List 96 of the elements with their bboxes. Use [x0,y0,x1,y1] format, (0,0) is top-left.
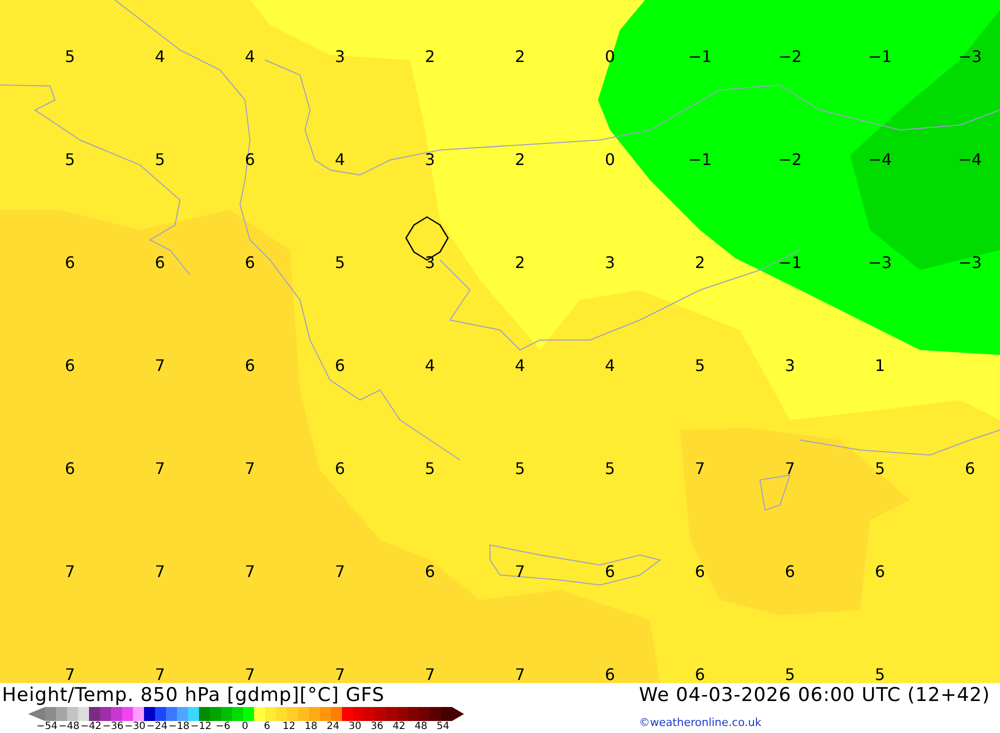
temperature-value: 1 [874,358,886,374]
legend-tick-label: 42 [392,721,406,732]
legend-tick-label: 48 [414,721,428,732]
temperature-value: 2 [694,254,706,270]
temperature-value: 4 [424,358,436,374]
temperature-value: 6 [874,564,886,580]
temperature-value: 2 [514,254,526,270]
legend-tick-label: −12 [190,721,212,732]
legend-tick-label: −30 [124,721,146,732]
temperature-value: 6 [244,358,256,374]
temperature-value: 5 [874,666,886,682]
temperature-value: 6 [64,358,76,374]
temperature-value: 6 [604,564,616,580]
temperature-value: 7 [154,666,166,682]
temperature-value: 6 [64,460,76,476]
temperature-value: 5 [874,460,886,476]
temperature-value: 7 [334,666,346,682]
temperature-value: 7 [514,564,526,580]
legend-tick-label: −18 [168,721,190,732]
temperature-value: 2 [514,152,526,168]
temperature-value: 7 [154,358,166,374]
chart-title: Height/Temp. 850 hPa [gdmp][°C] GFS [1,684,385,706]
temperature-value: −1 [778,254,802,270]
temperature-value: −4 [958,152,982,168]
right-arrow-icon [452,707,464,721]
temperature-value: −1 [688,152,712,168]
temperature-value: 6 [694,564,706,580]
temperature-value: 5 [784,666,796,682]
temperature-value: 7 [154,564,166,580]
temperature-value: 7 [244,460,256,476]
legend-tick-label: 36 [370,721,384,732]
temperature-value: 4 [154,48,166,64]
temperature-value: −3 [958,254,982,270]
temperature-value: 3 [334,48,346,64]
temperature-value: 6 [424,564,436,580]
temperature-value: 3 [424,254,436,270]
temperature-value: 4 [604,358,616,374]
temperature-value: −3 [868,254,892,270]
temperature-value: 4 [244,48,256,64]
temperature-value: 5 [424,460,436,476]
temperature-value: 7 [244,564,256,580]
temperature-value: 5 [154,152,166,168]
left-arrow-icon [28,707,45,721]
legend-tick-label: 6 [262,721,272,732]
temperature-value: 6 [334,460,346,476]
temperature-value: −3 [958,48,982,64]
temperature-value: 5 [514,460,526,476]
legend-tick-label: −24 [146,721,168,732]
temperature-value: −2 [778,48,802,64]
credit-link[interactable]: ©weatheronline.co.uk [639,716,1000,733]
temperature-value: 7 [244,666,256,682]
legend-tick-label: 54 [436,721,450,732]
temperature-value: 5 [694,358,706,374]
temperature-value: 4 [334,152,346,168]
temperature-value: 0 [604,152,616,168]
temperature-value: 5 [604,460,616,476]
legend-tick-label: −48 [58,721,80,732]
legend-tick-label: −42 [80,721,102,732]
temperature-value: 4 [514,358,526,374]
temperature-value: −1 [688,48,712,64]
temperature-value: 6 [334,358,346,374]
temperature-value: 5 [64,48,76,64]
legend-tick-label: 12 [282,721,296,732]
temperature-value: 3 [784,358,796,374]
temperature-value: 7 [334,564,346,580]
temperature-value: 2 [514,48,526,64]
legend-tick-label: −36 [102,721,124,732]
temperature-value: 6 [964,460,976,476]
forecast-datetime: We 04-03-2026 06:00 UTC (12+42) [639,684,991,706]
temperature-value: 5 [334,254,346,270]
temperature-value: 6 [244,254,256,270]
temperature-value: −4 [868,152,892,168]
legend-tick-label: −6 [214,721,232,732]
legend-tick-label: −54 [36,721,58,732]
temperature-value: 7 [694,460,706,476]
temperature-value: 3 [604,254,616,270]
legend-tick-label: 24 [326,721,340,732]
temperature-value: 6 [694,666,706,682]
temperature-value: 7 [64,666,76,682]
temperature-value: 6 [64,254,76,270]
temperature-value: −1 [868,48,892,64]
temperature-value: 7 [514,666,526,682]
temperature-value: 7 [154,460,166,476]
temperature-value: 6 [604,666,616,682]
legend-tick-label: 18 [304,721,318,732]
temperature-value: 7 [784,460,796,476]
temperature-value: 3 [424,152,436,168]
temperature-value: 5 [64,152,76,168]
legend-tick-label: 0 [240,721,250,732]
legend-tick-label: 30 [348,721,362,732]
temperature-value: −2 [778,152,802,168]
temperature-value: 7 [64,564,76,580]
temperature-value: 2 [424,48,436,64]
temperature-value: 7 [424,666,436,682]
temperature-value: 6 [154,254,166,270]
temperature-value: 6 [784,564,796,580]
